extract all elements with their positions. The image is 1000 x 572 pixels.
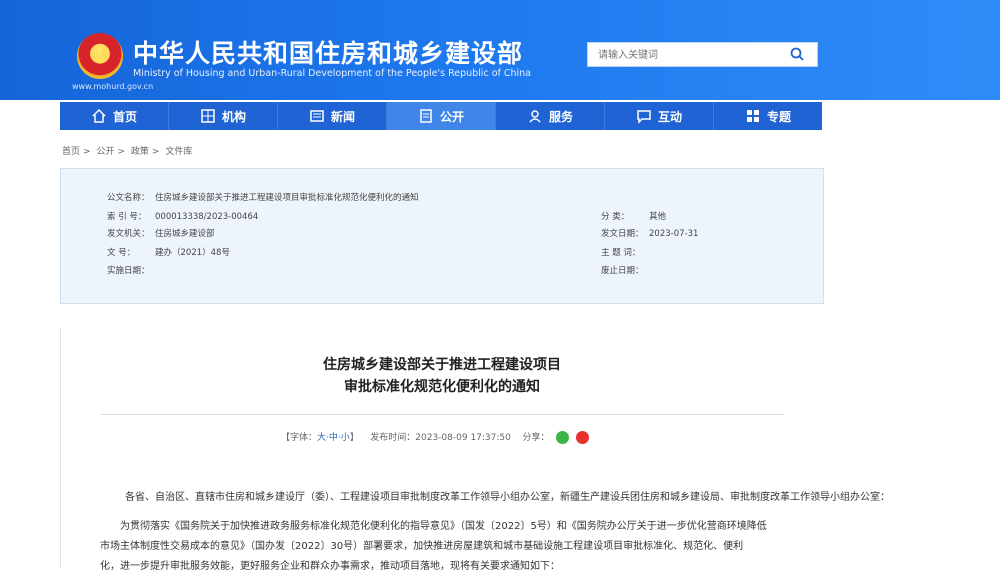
article-title-line2: 审批标准化规范化便利化的通知 (344, 379, 540, 395)
title-divider (100, 414, 784, 415)
nav-item-interact[interactable]: 互动 (605, 102, 714, 130)
nav-label: 互动 (657, 109, 682, 124)
nav-label: 首页 (112, 109, 137, 124)
info-row-subject: 主 题 词： (601, 248, 641, 258)
top-right-links (767, 0, 815, 7)
article-paragraph-2-line1: 为贯彻落实《国务院关于加快推进政务服务标准化规范化便利化的指导意见》（国发〔20… (120, 521, 767, 532)
service-icon (529, 110, 541, 123)
font-size-small-link[interactable]: 小 (341, 433, 350, 443)
nav-label: 机构 (221, 109, 246, 124)
nav-item-public[interactable]: 公开 (387, 102, 496, 130)
site-header: ★ 中华人民共和国住房和城乡建设部 Ministry of Housing an… (0, 0, 1000, 100)
nav-label: 服务 (548, 109, 573, 124)
article-paragraph-2-line3: 化，进一步提升审批服务效能，更好服务企业和群众办事需求，推动项目落地，现将有关要… (100, 561, 560, 572)
info-title-value: 住房城乡建设部关于推进工程建设项目审批标准化规范化便利化的通知 (155, 193, 419, 203)
document-info-box: 公文名称： 住房城乡建设部关于推进工程建设项目审批标准化规范化便利化的通知 索 引… (60, 168, 824, 304)
info-category-value: 其他 (649, 212, 667, 222)
home-icon (92, 108, 106, 123)
publish-time: 发布时间：2023-08-09 17:37:50 (370, 433, 511, 443)
info-index-value: 000013338/2023-00464 (155, 212, 259, 222)
info-row-title: 公文名称： 住房城乡建设部关于推进工程建设项目审批标准化规范化便利化的通知 (107, 193, 419, 203)
info-row-issuer: 发文机关： 住房城乡建设部 (107, 229, 215, 239)
site-url: www.mohurd.gov.cn (72, 82, 154, 91)
info-issuer-value: 住房城乡建设部 (155, 229, 215, 239)
info-row-category: 分 类： 其他 (601, 212, 667, 222)
info-date-value: 2023-07-31 (649, 229, 699, 239)
breadcrumb: 首页 > 公开 > 政策 > 文件库 (62, 147, 193, 157)
news-icon (310, 110, 324, 122)
search-box (587, 42, 818, 67)
top-links (60, 0, 102, 7)
font-size-medium-link[interactable]: 中 (329, 433, 338, 443)
breadcrumb-item[interactable]: 首页 (62, 147, 80, 157)
article-content: 住房城乡建设部关于推进工程建设项目 审批标准化规范化便利化的通知 【字体：大·中… (60, 328, 890, 572)
public-icon (420, 109, 432, 123)
nav-item-topic[interactable]: 专题 (714, 102, 822, 130)
site-subtitle: Ministry of Housing and Urban-Rural Deve… (133, 68, 532, 79)
star-icon: ★ (91, 41, 106, 60)
article-paragraph-1: 各省、自治区、直辖市住房和城乡建设厅（委）、工程建设项目审批制度改革工作领导小组… (125, 492, 890, 503)
info-docno-value: 建办（2021）48号 (155, 248, 230, 258)
font-size-large-link[interactable]: 大 (317, 433, 326, 443)
wechat-share-icon[interactable] (556, 431, 570, 444)
article-paragraph-2-line2: 市场主体制度性交易成本的意见》（国办发〔2022〕30号）部署要求，加快推进房屋… (100, 541, 744, 552)
national-emblem-icon: ★ (77, 33, 123, 79)
article-meta: 【字体：大·中·小】 发布时间：2023-08-09 17:37:50 分享： (281, 430, 590, 444)
topic-icon (746, 110, 759, 122)
breadcrumb-item[interactable]: 文件库 (165, 147, 192, 157)
info-row-effective: 实施日期： (107, 266, 150, 276)
nav-item-org[interactable]: 机构 (169, 102, 278, 130)
weibo-share-icon[interactable] (576, 431, 590, 444)
info-row-index: 索 引 号： 000013338/2023-00464 (107, 212, 259, 222)
search-icon[interactable] (789, 46, 805, 62)
share-label: 分享： (522, 433, 550, 443)
interact-icon (637, 110, 651, 124)
org-icon (201, 109, 215, 123)
main-nav: 首页 机构 新闻 公开 服务 互动 专题 (60, 102, 822, 130)
search-input[interactable] (596, 46, 780, 64)
breadcrumb-item[interactable]: 公开 (96, 147, 114, 157)
site-title[interactable]: 中华人民共和国住房和城乡建设部 (133, 34, 523, 70)
nav-item-news[interactable]: 新闻 (278, 102, 387, 130)
nav-label: 专题 (766, 109, 791, 124)
nav-item-service[interactable]: 服务 (496, 102, 605, 130)
nav-label: 新闻 (330, 109, 355, 124)
nav-label: 公开 (439, 109, 464, 124)
breadcrumb-item[interactable]: 政策 (131, 147, 149, 157)
info-row-docno: 文 号： 建办（2021）48号 (107, 248, 230, 258)
article-title-line1: 住房城乡建设部关于推进工程建设项目 (323, 357, 561, 373)
info-row-expire: 废止日期： (601, 266, 644, 276)
info-row-date: 发文日期： 2023-07-31 (601, 229, 699, 239)
nav-item-home[interactable]: 首页 (60, 102, 169, 130)
